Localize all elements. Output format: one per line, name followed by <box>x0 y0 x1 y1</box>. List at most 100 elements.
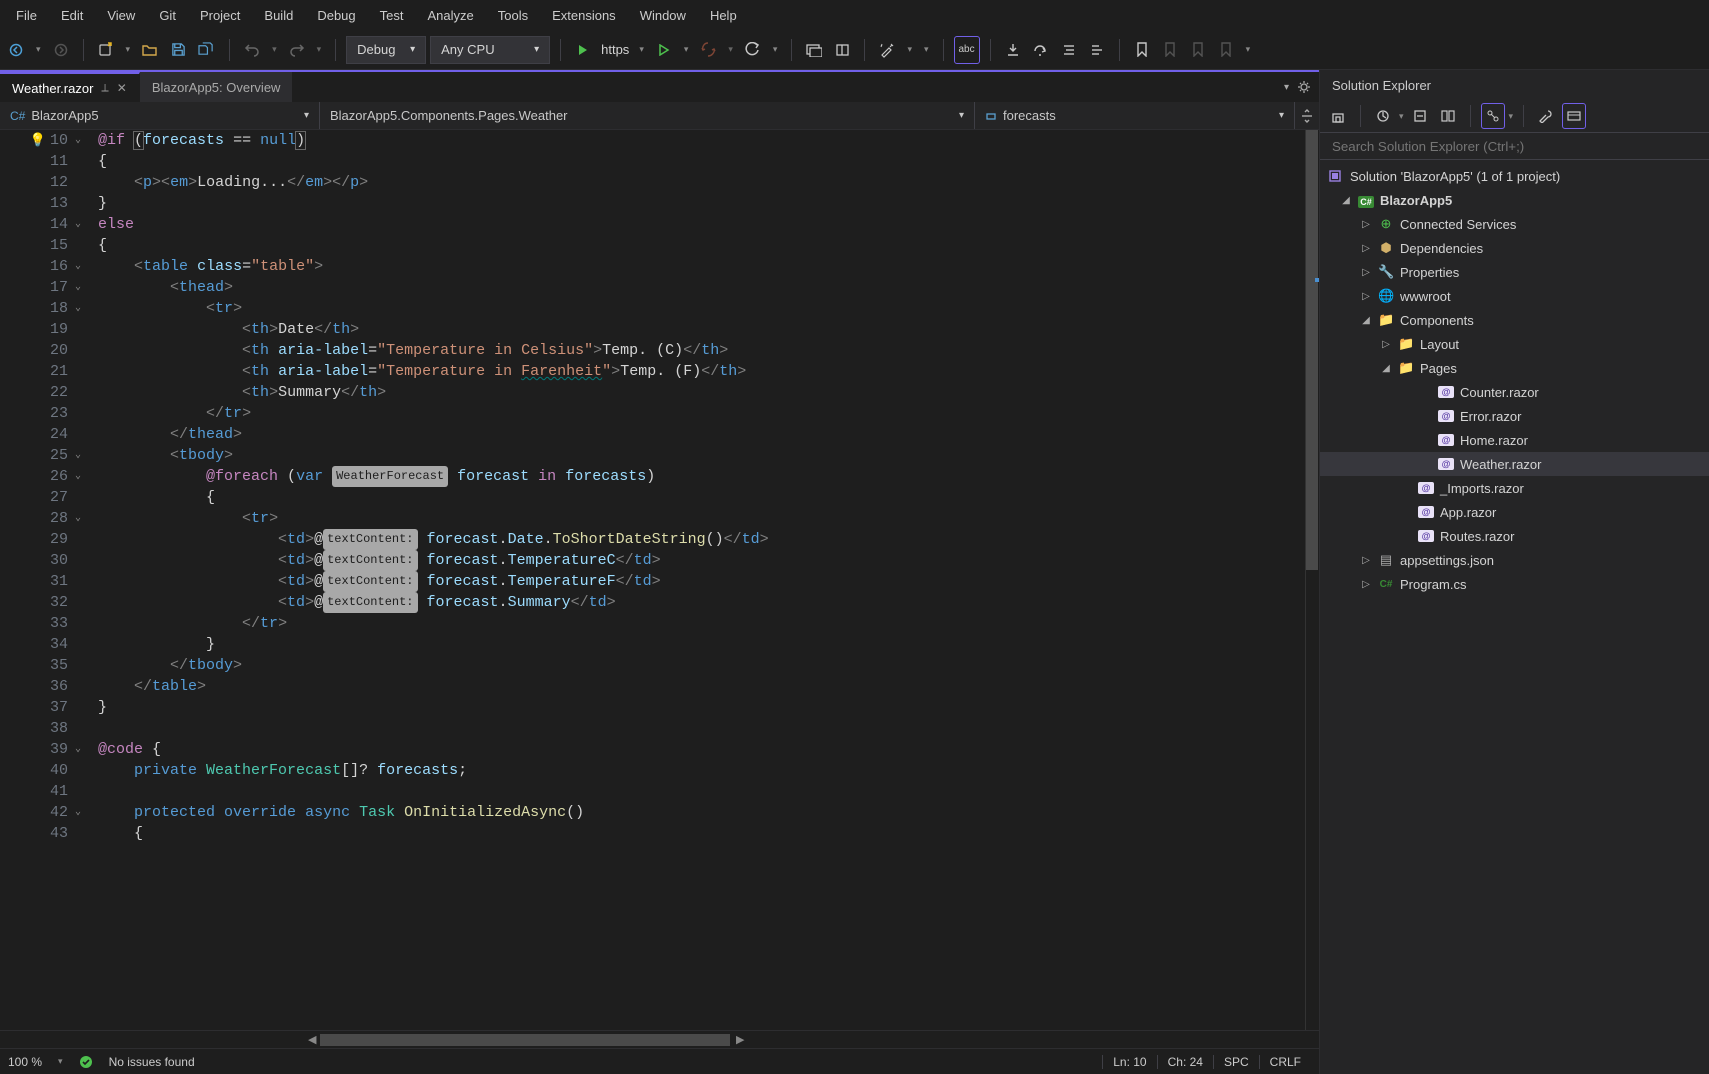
indent-indicator[interactable]: SPC <box>1213 1055 1259 1069</box>
comment-button[interactable] <box>1085 36 1109 64</box>
back-button[interactable] <box>4 36 28 64</box>
view-switch-button[interactable] <box>1481 103 1505 129</box>
tree-file-program[interactable]: ▷ C# Program.cs <box>1320 572 1709 596</box>
bookmark-prev-button[interactable] <box>1158 36 1182 64</box>
step-over-button[interactable] <box>1029 36 1053 64</box>
menu-window[interactable]: Window <box>628 4 698 27</box>
back-drop-icon[interactable]: ▾ <box>32 36 45 64</box>
split-editor-button[interactable] <box>1295 102 1319 130</box>
sync-button[interactable] <box>1371 103 1395 129</box>
refresh-drop-icon[interactable]: ▾ <box>769 36 782 64</box>
tab-overview[interactable]: BlazorApp5: Overview <box>140 72 294 102</box>
char-indicator[interactable]: Ch: 24 <box>1157 1055 1213 1069</box>
menu-analyze[interactable]: Analyze <box>415 4 485 27</box>
chevron-right-icon[interactable]: ▷ <box>1360 555 1372 566</box>
tree-file-routes[interactable]: @ Routes.razor <box>1320 524 1709 548</box>
issues-status[interactable]: No issues found <box>109 1055 195 1069</box>
save-button[interactable] <box>166 36 190 64</box>
zoom-drop-icon[interactable]: ▾ <box>58 1056 63 1067</box>
tree-file-imports[interactable]: @ _Imports.razor <box>1320 476 1709 500</box>
tree-properties[interactable]: ▷ 🔧 Properties <box>1320 260 1709 284</box>
new-item-drop-icon[interactable]: ▾ <box>122 36 135 64</box>
chevron-right-icon[interactable]: ▷ <box>1360 243 1372 254</box>
menu-debug[interactable]: Debug <box>305 4 367 27</box>
ai-assist-button[interactable] <box>875 36 899 64</box>
configuration-dropdown[interactable]: Debug ▾ <box>346 36 426 64</box>
redo-drop-icon[interactable]: ▾ <box>313 36 326 64</box>
tree-solution-node[interactable]: Solution 'BlazorApp5' (1 of 1 project) <box>1320 164 1709 188</box>
tree-file-weather-razor[interactable]: @Weather.razor <box>1320 452 1709 476</box>
menu-file[interactable]: File <box>4 4 49 27</box>
scroll-thumb[interactable] <box>1306 130 1318 570</box>
toolbar-overflow-icon[interactable]: ▾ <box>1242 36 1255 64</box>
overflow-drop-icon[interactable]: ▾ <box>920 36 933 64</box>
home-button[interactable] <box>1326 103 1350 129</box>
code-content[interactable]: @if (forecasts == null){ <p><em>Loading.… <box>90 130 1319 1030</box>
start-without-debug-button[interactable] <box>652 36 676 64</box>
step-into-button[interactable] <box>1001 36 1025 64</box>
tree-dependencies[interactable]: ▷ ⬢ Dependencies <box>1320 236 1709 260</box>
breadcrumb-project[interactable]: C# BlazorApp5 ▾ <box>0 102 320 129</box>
menu-build[interactable]: Build <box>252 4 305 27</box>
start-debug-button[interactable] <box>571 36 595 64</box>
overview-scrollbar[interactable] <box>1305 130 1319 1030</box>
tree-connected-services[interactable]: ▷ ⊕ Connected Services <box>1320 212 1709 236</box>
tree-file-error-razor[interactable]: @Error.razor <box>1320 404 1709 428</box>
tab-overflow-icon[interactable]: ▾ <box>1284 82 1289 93</box>
breadcrumb-class[interactable]: BlazorApp5.Components.Pages.Weather ▾ <box>320 102 975 129</box>
format-doc-button[interactable] <box>1057 36 1081 64</box>
spellcheck-button[interactable]: abc <box>954 36 980 64</box>
bookmark-next-button[interactable] <box>1186 36 1210 64</box>
pin-icon[interactable]: ⟂ <box>101 82 108 95</box>
menu-project[interactable]: Project <box>188 4 252 27</box>
hot-reload-button[interactable] <box>696 36 720 64</box>
tree-wwwroot[interactable]: ▷ 🌐 wwwroot <box>1320 284 1709 308</box>
menu-test[interactable]: Test <box>368 4 416 27</box>
show-all-button[interactable] <box>1436 103 1460 129</box>
tab-weather-razor[interactable]: Weather.razor ⟂ ✕ <box>0 72 140 102</box>
new-item-button[interactable] <box>94 36 118 64</box>
chevron-down-icon[interactable]: ◢ <box>1380 363 1392 374</box>
tree-layout-folder[interactable]: ▷ 📁 Layout <box>1320 332 1709 356</box>
forward-button[interactable] <box>49 36 73 64</box>
line-indicator[interactable]: Ln: 10 <box>1102 1055 1156 1069</box>
close-icon[interactable]: ✕ <box>117 81 127 95</box>
properties-button[interactable] <box>1534 103 1558 129</box>
chevron-right-icon[interactable]: ▷ <box>1360 579 1372 590</box>
chevron-right-icon[interactable]: ▷ <box>1360 219 1372 230</box>
horizontal-scrollbar[interactable]: ◀ ▶ <box>0 1030 1319 1048</box>
chevron-right-icon[interactable]: ▷ <box>1360 291 1372 302</box>
scroll-thumb[interactable] <box>320 1034 730 1046</box>
chevron-right-icon[interactable]: ▷ <box>1360 267 1372 278</box>
menu-tools[interactable]: Tools <box>486 4 540 27</box>
code-editor[interactable]: 💡10⌄11121314⌄1516⌄17⌄18⌄19202122232425⌄2… <box>0 130 1319 1030</box>
browser-link-button[interactable] <box>802 36 826 64</box>
collapse-all-button[interactable] <box>1408 103 1432 129</box>
tree-project-node[interactable]: ◢ C# BlazorApp5 <box>1320 188 1709 212</box>
chevron-right-icon[interactable]: ▷ <box>1380 339 1392 350</box>
refresh-button[interactable] <box>741 36 765 64</box>
tree-file-app[interactable]: @ App.razor <box>1320 500 1709 524</box>
save-all-button[interactable] <box>194 36 219 64</box>
open-button[interactable] <box>138 36 162 64</box>
menu-view[interactable]: View <box>95 4 147 27</box>
zoom-level[interactable]: 100 % <box>8 1055 42 1069</box>
menu-edit[interactable]: Edit <box>49 4 95 27</box>
breadcrumb-member[interactable]: forecasts ▾ <box>975 102 1295 129</box>
preview-button[interactable] <box>1562 103 1586 129</box>
undo-drop-icon[interactable]: ▾ <box>268 36 281 64</box>
menu-git[interactable]: Git <box>147 4 188 27</box>
solution-search-input[interactable] <box>1320 132 1709 160</box>
hot-reload-drop-icon[interactable]: ▾ <box>724 36 737 64</box>
redo-button[interactable] <box>285 36 309 64</box>
platform-dropdown[interactable]: Any CPU ▾ <box>430 36 550 64</box>
tab-options-icon[interactable] <box>1297 80 1311 94</box>
bookmark-button[interactable] <box>1130 36 1154 64</box>
lineend-indicator[interactable]: CRLF <box>1259 1055 1311 1069</box>
tree-components-folder[interactable]: ◢ 📁 Components <box>1320 308 1709 332</box>
tree-file-counter-razor[interactable]: @Counter.razor <box>1320 380 1709 404</box>
bookmark-clear-button[interactable] <box>1214 36 1238 64</box>
start-debug-label[interactable]: https <box>599 42 631 57</box>
tree-file-home-razor[interactable]: @Home.razor <box>1320 428 1709 452</box>
ai-drop-icon[interactable]: ▾ <box>903 36 916 64</box>
